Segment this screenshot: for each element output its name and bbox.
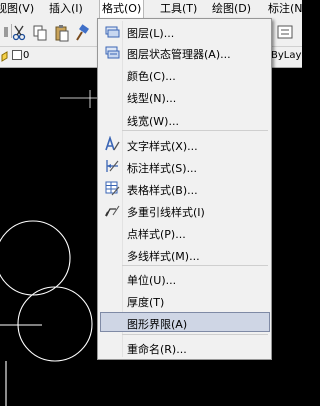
menu-item-layer-states[interactable]: 图层状态管理器(A)... [100, 42, 270, 62]
menu-item-multiline-style[interactable]: 多线样式(M)... [100, 244, 270, 264]
menu-view[interactable]: 视图(V) [0, 0, 34, 18]
menu-item-label: 点样式(P)... [127, 228, 186, 241]
cut-icon[interactable] [12, 25, 26, 41]
menu-separator [122, 130, 268, 131]
circle-entity[interactable] [17, 286, 93, 362]
menu-tools[interactable]: 工具(T) [160, 0, 197, 18]
grip-icon [4, 27, 8, 37]
layer-icon [105, 26, 120, 38]
menu-item-table-style[interactable]: 表格样式(B)... [100, 178, 270, 198]
copy-icon[interactable] [33, 25, 47, 41]
menu-item-label: 表格样式(B)... [127, 184, 198, 197]
menu-item-drawing-limits[interactable]: 图形界限(A) [100, 312, 270, 332]
toolbar-right-icons [277, 25, 293, 39]
menu-item-label: 厚度(T) [127, 296, 165, 309]
menu-item-label: 标注样式(S)... [127, 162, 198, 175]
properties-icon[interactable] [277, 25, 293, 39]
dimension-style-icon [106, 160, 119, 172]
paste-icon[interactable] [55, 25, 69, 42]
toolbar-separator [11, 24, 12, 38]
toolbar-icons [4, 24, 89, 42]
match-properties-icon[interactable] [76, 24, 89, 41]
layer-name-value[interactable]: 0 [23, 50, 29, 61]
format-menu: 图层(L)... 图层状态管理器(A)... 颜色(C)... 线型(N)...… [97, 18, 272, 360]
menu-item-label: 多线样式(M)... [127, 250, 200, 263]
menu-separator [122, 334, 268, 335]
linetype-value[interactable]: ByLaye [271, 50, 308, 61]
layer-color-swatch [12, 50, 22, 60]
menu-item-label: 多重引线样式(I) [127, 206, 205, 219]
menu-item-units[interactable]: 单位(U)... [100, 268, 270, 288]
table-style-icon [105, 181, 120, 196]
multileader-style-icon [105, 205, 120, 217]
menu-item-label: 图形界限(A) [127, 318, 188, 331]
menu-item-label: 图层状态管理器(A)... [127, 48, 231, 61]
menu-item-label: 颜色(C)... [127, 70, 176, 83]
menu-item-text-style[interactable]: 文字样式(X)... [100, 134, 270, 154]
menu-item-rename[interactable]: 重命名(R)... [100, 337, 270, 357]
menu-item-label: 线型(N)... [127, 92, 177, 105]
menu-separator [122, 265, 268, 266]
menu-item-thickness[interactable]: 厚度(T) [100, 290, 270, 310]
menu-draw[interactable]: 绘图(D) [212, 0, 251, 18]
menu-item-multileader-style[interactable]: 多重引线样式(I) [100, 200, 270, 220]
menu-bar: 视图(V) 插入(I) 格式(O) 工具(T) 绘图(D) 标注(N [0, 0, 303, 18]
menu-item-label: 文字样式(X)... [127, 140, 198, 153]
menu-item-label: 图层(L)... [127, 27, 175, 40]
menu-item-layer[interactable]: 图层(L)... [100, 21, 270, 41]
menu-insert[interactable]: 插入(I) [49, 0, 83, 18]
layer-states-icon [105, 46, 120, 59]
menu-dimension[interactable]: 标注(N [268, 0, 303, 18]
menu-item-dimension-style[interactable]: 标注样式(S)... [100, 156, 270, 176]
menu-format[interactable]: 格式(O) [99, 0, 145, 18]
menu-item-label: 重命名(R)... [127, 343, 187, 356]
menu-item-label: 线宽(W)... [127, 115, 179, 128]
menu-item-linetype[interactable]: 线型(N)... [100, 86, 270, 106]
menu-item-label: 单位(U)... [127, 274, 177, 287]
menu-item-point-style[interactable]: 点样式(P)... [100, 222, 270, 242]
circle-entity[interactable] [0, 220, 71, 296]
menu-item-color[interactable]: 颜色(C)... [100, 64, 270, 84]
menu-item-lineweight[interactable]: 线宽(W)... [100, 109, 270, 129]
text-style-icon [105, 136, 120, 151]
